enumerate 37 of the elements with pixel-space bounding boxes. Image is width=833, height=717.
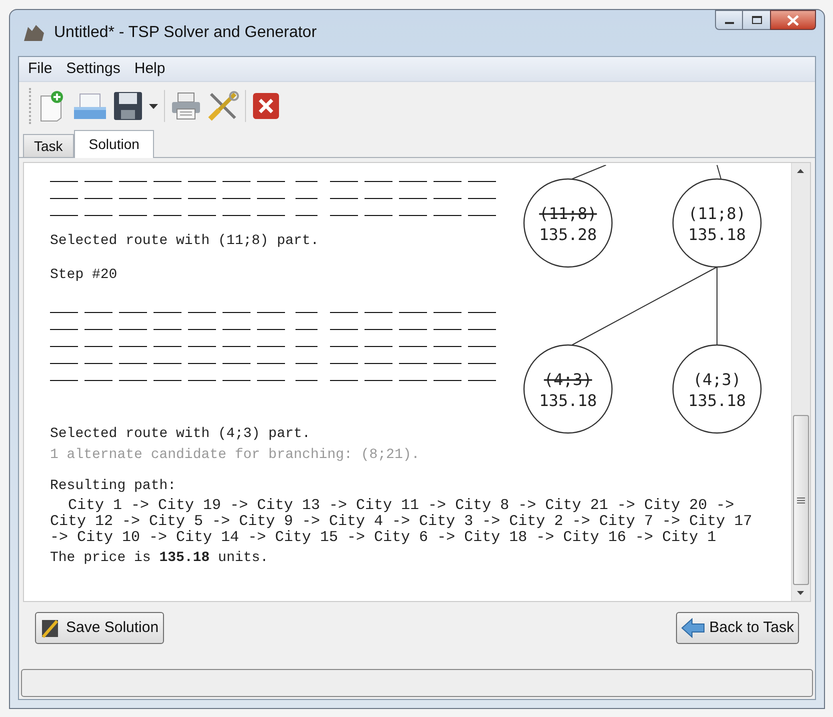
back-to-task-button[interactable]: Back to Task [676, 612, 799, 644]
solution-note: 1 alternate candidate for branching: (8;21). [50, 446, 421, 464]
node-label: (4;3) [544, 370, 592, 389]
app-icon [22, 23, 46, 43]
delete-icon[interactable] [252, 92, 280, 120]
tab[interactable]: Task [23, 134, 74, 157]
menu-item[interactable]: File [23, 58, 58, 80]
maximize-button[interactable] [743, 10, 770, 30]
solution-text: Step #20 [50, 266, 118, 284]
tools-icon[interactable] [207, 90, 239, 122]
scrollbar[interactable] [791, 163, 810, 601]
solution-text: Selected route with (11;8) part. [50, 232, 320, 250]
node-value: 135.18 [688, 391, 746, 410]
solution-text: The price is 135.18 units. [50, 549, 270, 567]
node-label: (11;8) [688, 204, 746, 223]
node-label: (4;3) [692, 370, 742, 389]
close-button[interactable] [770, 10, 816, 30]
printer-icon[interactable] [171, 91, 201, 121]
left-arrow-icon [681, 618, 706, 638]
solution-text: Resulting path: [50, 477, 178, 495]
tab[interactable]: Solution [74, 130, 154, 158]
grip-icon [797, 496, 805, 504]
minimize-button[interactable] [715, 10, 743, 30]
node-value: 135.28 [539, 225, 597, 244]
window-title: Untitled* - TSP Solver and Generator [54, 23, 317, 43]
solution-text: Selected route with (4;3) part. [50, 425, 312, 443]
menu-item[interactable]: Help [129, 58, 170, 80]
node-value: 135.18 [688, 225, 746, 244]
save-icon[interactable] [113, 91, 143, 121]
menu-item[interactable]: Settings [61, 58, 126, 80]
route-path: City 1 -> City 19 -> City 13 -> City 11 -> City 8 -> City 21 -> City 20 -> City 12 -> City 5 -> City 9 -> City 4 -> City 3 -> City 2 -> City 7 -> City 17 -> City 10 -> City 14 -> City 15 -> City 6 -> City 18 -> City 16 -> City 1 [50, 498, 754, 546]
node-label: (11;8) [539, 204, 597, 223]
node-value: 135.18 [539, 391, 597, 410]
close-icon [787, 14, 799, 26]
caret-icon[interactable] [149, 104, 158, 108]
save-solution-button[interactable]: Save Solution [35, 612, 164, 644]
scroll-thumb[interactable] [793, 415, 809, 585]
